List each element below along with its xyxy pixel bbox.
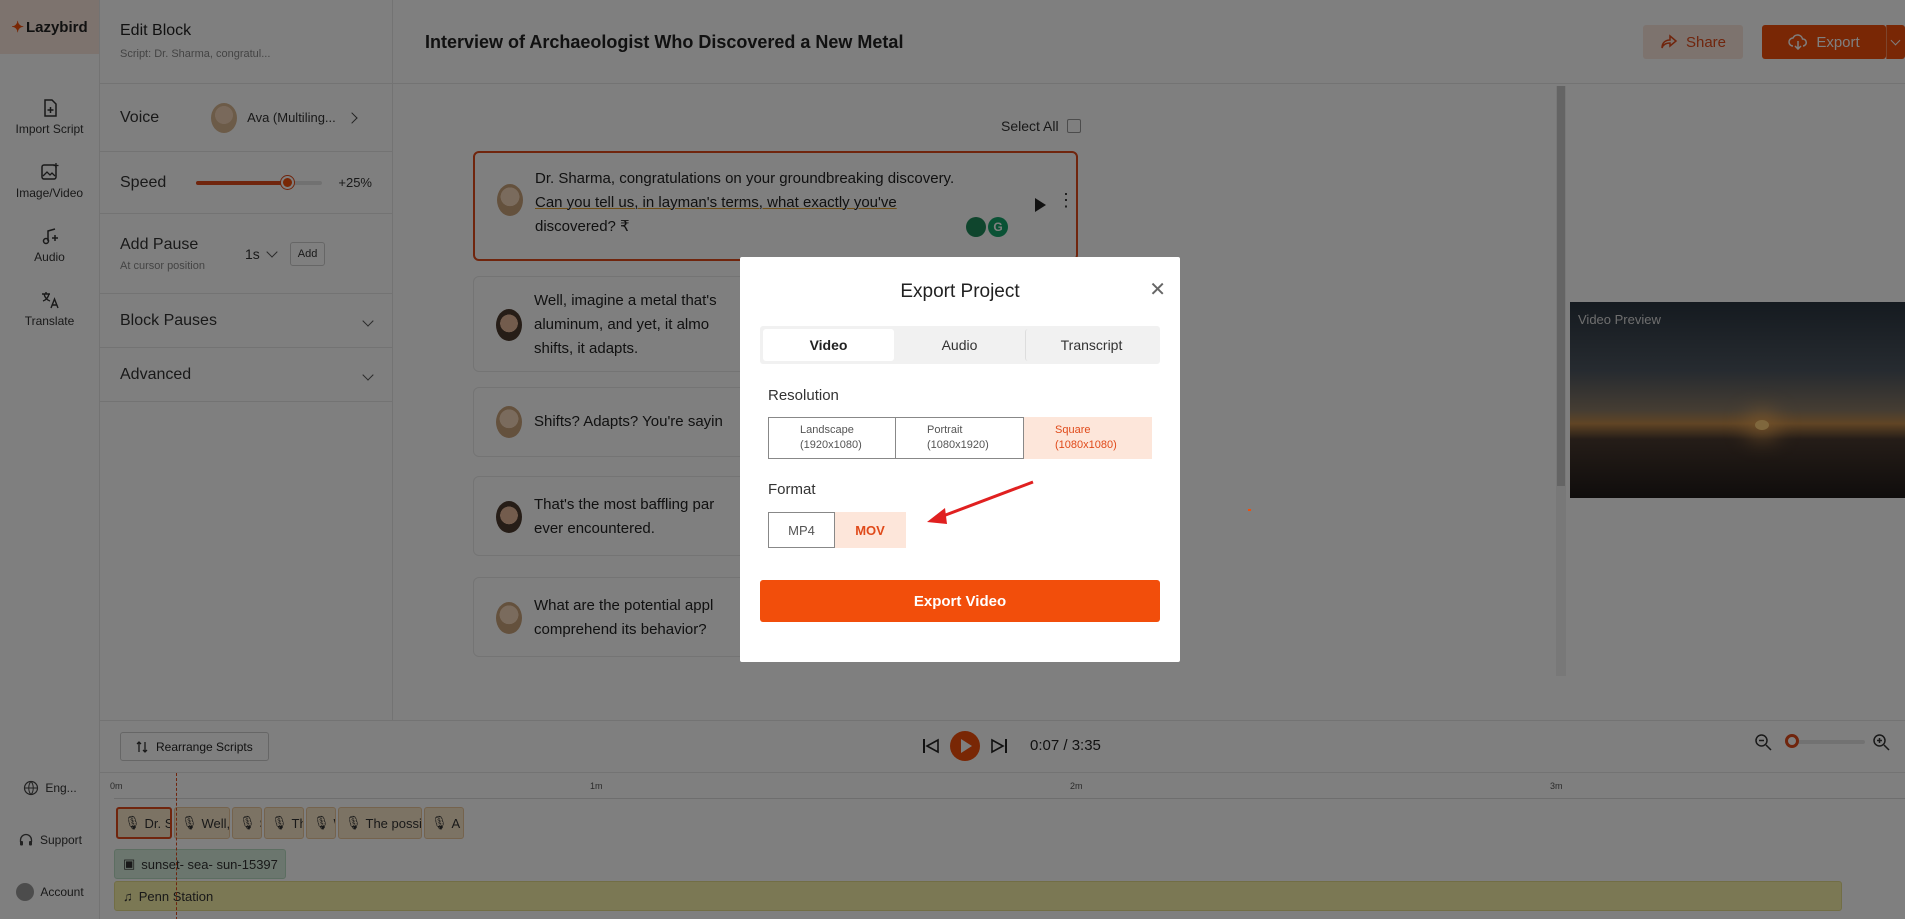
export-project-modal: Export Project ✕ Video Audio Transcript … — [740, 257, 1180, 662]
resolution-name: Square — [1055, 424, 1091, 436]
format-label: Format — [768, 481, 816, 498]
cursor-dot — [1248, 509, 1251, 511]
resolution-label: Resolution — [768, 387, 839, 404]
resolution-name: Landscape — [800, 424, 854, 436]
format-mp4[interactable]: MP4 — [768, 512, 835, 548]
close-icon[interactable]: ✕ — [1149, 277, 1166, 302]
format-options: MP4 MOV — [768, 512, 906, 548]
export-type-tabs: Video Audio Transcript — [760, 326, 1160, 364]
resolution-options: Landscape (1920x1080) Portrait (1080x192… — [768, 417, 1152, 459]
tab-video[interactable]: Video — [763, 329, 894, 361]
resolution-size: (1080x1080) — [1055, 439, 1117, 451]
resolution-size: (1920x1080) — [800, 439, 862, 451]
resolution-square[interactable]: Square (1080x1080) — [1024, 417, 1152, 459]
resolution-size: (1080x1920) — [927, 439, 989, 451]
tab-transcript[interactable]: Transcript — [1025, 329, 1157, 361]
resolution-portrait[interactable]: Portrait (1080x1920) — [896, 417, 1024, 459]
resolution-name: Portrait — [927, 424, 963, 436]
format-mov[interactable]: MOV — [835, 512, 906, 548]
export-video-button[interactable]: Export Video — [760, 580, 1160, 622]
modal-title: Export Project — [900, 281, 1020, 302]
resolution-landscape[interactable]: Landscape (1920x1080) — [768, 417, 896, 459]
annotation-arrow-icon — [927, 480, 1034, 524]
tab-audio[interactable]: Audio — [894, 329, 1025, 361]
